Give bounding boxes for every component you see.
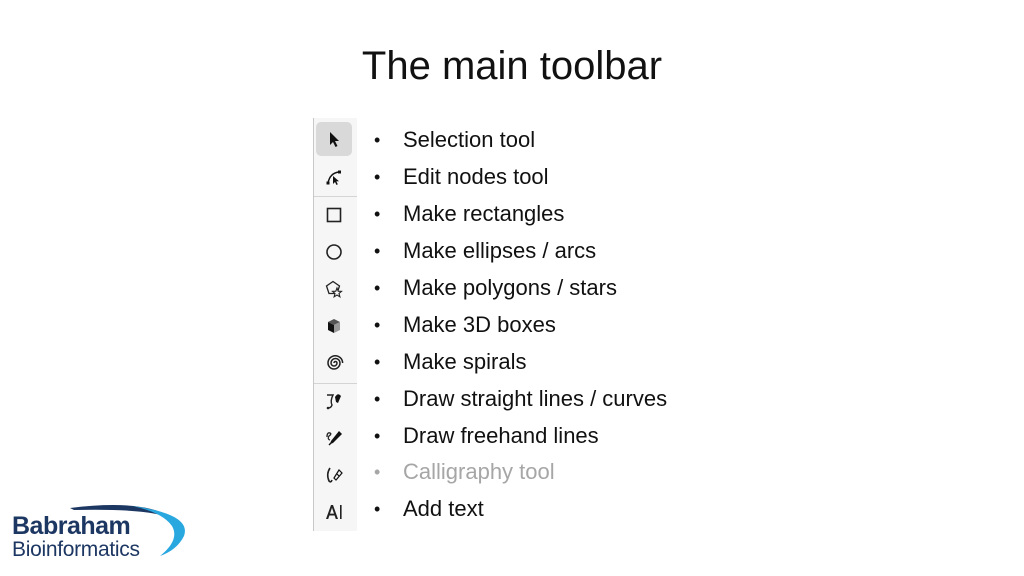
list-item: • Draw straight lines / curves [374, 380, 667, 417]
polygon-star-tool-button[interactable] [316, 272, 352, 306]
list-item: • Draw freehand lines [374, 417, 667, 454]
list-item: • Make 3D boxes [374, 306, 667, 343]
list-item: • Add text [374, 491, 667, 528]
text-tool-button[interactable] [316, 495, 352, 529]
polygon-star-icon [325, 280, 343, 299]
list-item-label: Make ellipses / arcs [403, 238, 597, 264]
main-toolbar [313, 118, 357, 531]
calligraphy-icon [326, 467, 343, 483]
spiral-tool-button[interactable] [316, 346, 352, 380]
selection-arrow-icon [330, 132, 339, 147]
bezier-tool-button[interactable] [316, 384, 352, 418]
list-item-label: Calligraphy tool [403, 459, 555, 485]
list-item: • Make ellipses / arcs [374, 233, 667, 270]
calligraphy-tool-button[interactable] [316, 458, 352, 492]
list-item-label: Draw straight lines / curves [403, 385, 668, 411]
list-item-label: Edit nodes tool [403, 164, 549, 190]
bullet-marker: • [374, 351, 381, 372]
logo-line-2: Bioinformatics [12, 538, 140, 561]
bullet-marker: • [374, 167, 381, 188]
rectangle-tool-button[interactable] [316, 198, 352, 232]
bullet-marker: • [374, 314, 381, 335]
pencil-tool-button[interactable] [316, 421, 352, 455]
logo-line-1: Babraham [12, 512, 131, 540]
spiral-icon [327, 355, 344, 370]
list-item-label: Make polygons / stars [403, 275, 617, 300]
edit-nodes-icon [326, 170, 341, 185]
list-item-label: Make 3D boxes [403, 311, 556, 337]
list-item: • Make polygons / stars [374, 270, 667, 307]
bullet-marker: • [374, 278, 381, 298]
ellipse-tool-button[interactable] [316, 235, 352, 269]
babraham-bioinformatics-logo: Babraham Bioinformatics [12, 500, 192, 566]
list-item-label: Make spirals [403, 348, 527, 374]
bullet-marker: • [374, 462, 381, 483]
bullet-marker: • [374, 499, 381, 520]
toolbar-separator [314, 196, 357, 197]
list-item: • Make rectangles [374, 196, 667, 233]
list-item-label: Add text [403, 496, 484, 522]
bullet-marker: • [374, 130, 381, 151]
pencil-icon [326, 431, 342, 446]
slide-title: The main toolbar [361, 44, 663, 88]
bullet-marker: • [374, 241, 381, 262]
rectangle-icon [326, 207, 342, 223]
text-icon [326, 505, 342, 519]
bezier-pen-icon [326, 394, 341, 410]
list-item-label: Selection tool [403, 127, 536, 153]
list-item: • Selection tool [374, 122, 667, 159]
list-item-label: Make rectangles [403, 201, 565, 227]
list-item-label: Draw freehand lines [403, 422, 599, 448]
bullet-marker: • [374, 204, 381, 225]
3d-box-tool-button[interactable] [316, 309, 352, 343]
bullet-marker: • [374, 425, 381, 446]
edit-nodes-tool-button[interactable] [316, 160, 352, 194]
3d-box-icon [328, 319, 340, 333]
bullet-marker: • [374, 388, 381, 409]
tool-description-list: • Selection tool • Edit nodes tool • Make r… [374, 122, 667, 528]
list-item: • Calligraphy tool [374, 454, 667, 491]
ellipse-icon [326, 244, 342, 260]
list-item: • Make spirals [374, 343, 667, 380]
list-item: • Edit nodes tool [374, 159, 667, 196]
selection-tool-button[interactable] [316, 122, 352, 156]
